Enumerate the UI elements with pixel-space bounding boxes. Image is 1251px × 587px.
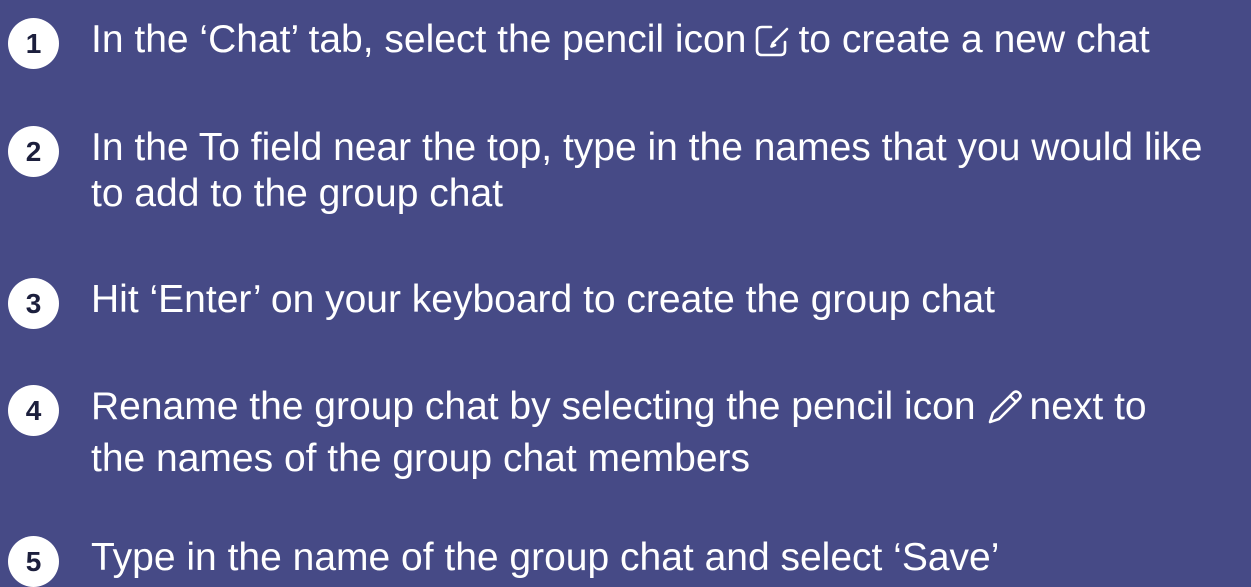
- step-line: In the ‘Chat’ tab, select the pencil ico…: [91, 17, 1150, 69]
- step-1: 1 In the ‘Chat’ tab, select the pencil i…: [8, 18, 1150, 69]
- step-number-badge: 5: [8, 536, 59, 587]
- step-text: Type in the name of the group chat and s…: [91, 535, 999, 581]
- step-text-after-icon: next to: [1029, 385, 1147, 428]
- step-line-1: Rename the group chat by selecting the p…: [91, 384, 1147, 436]
- step-line-1: Hit ‘Enter’ on your keyboard to create t…: [91, 278, 996, 321]
- step-number-badge: 3: [8, 278, 59, 329]
- instruction-steps: 1 In the ‘Chat’ tab, select the pencil i…: [0, 0, 1251, 587]
- pencil-icon: [984, 389, 1024, 436]
- step-2: 2 In the To field near the top, type in …: [8, 126, 1202, 217]
- step-number-badge: 2: [8, 126, 59, 177]
- step-text-before-icon: Rename the group chat by selecting the p…: [91, 385, 976, 428]
- step-5: 5 Type in the name of the group chat and…: [8, 536, 999, 587]
- step-line-2: the names of the group chat members: [91, 437, 751, 480]
- step-text: In the ‘Chat’ tab, select the pencil ico…: [91, 17, 1150, 69]
- step-line-2: to add to the group chat: [91, 172, 503, 215]
- step-number-badge: 4: [8, 385, 59, 436]
- step-3: 3 Hit ‘Enter’ on your keyboard to create…: [8, 278, 995, 329]
- step-text-after-icon: to create a new chat: [798, 18, 1150, 61]
- step-text: Hit ‘Enter’ on your keyboard to create t…: [91, 277, 995, 323]
- new-chat-icon: [754, 23, 792, 69]
- step-number-badge: 1: [8, 18, 59, 69]
- step-line-1: In the To field near the top, type in th…: [91, 126, 1203, 169]
- step-text: In the To field near the top, type in th…: [91, 125, 1202, 217]
- step-line-1: Type in the name of the group chat and s…: [91, 536, 1000, 579]
- step-text: Rename the group chat by selecting the p…: [91, 384, 1147, 482]
- step-text-before-icon: In the ‘Chat’ tab, select the pencil ico…: [91, 18, 747, 61]
- step-4: 4 Rename the group chat by selecting the…: [8, 385, 1147, 482]
